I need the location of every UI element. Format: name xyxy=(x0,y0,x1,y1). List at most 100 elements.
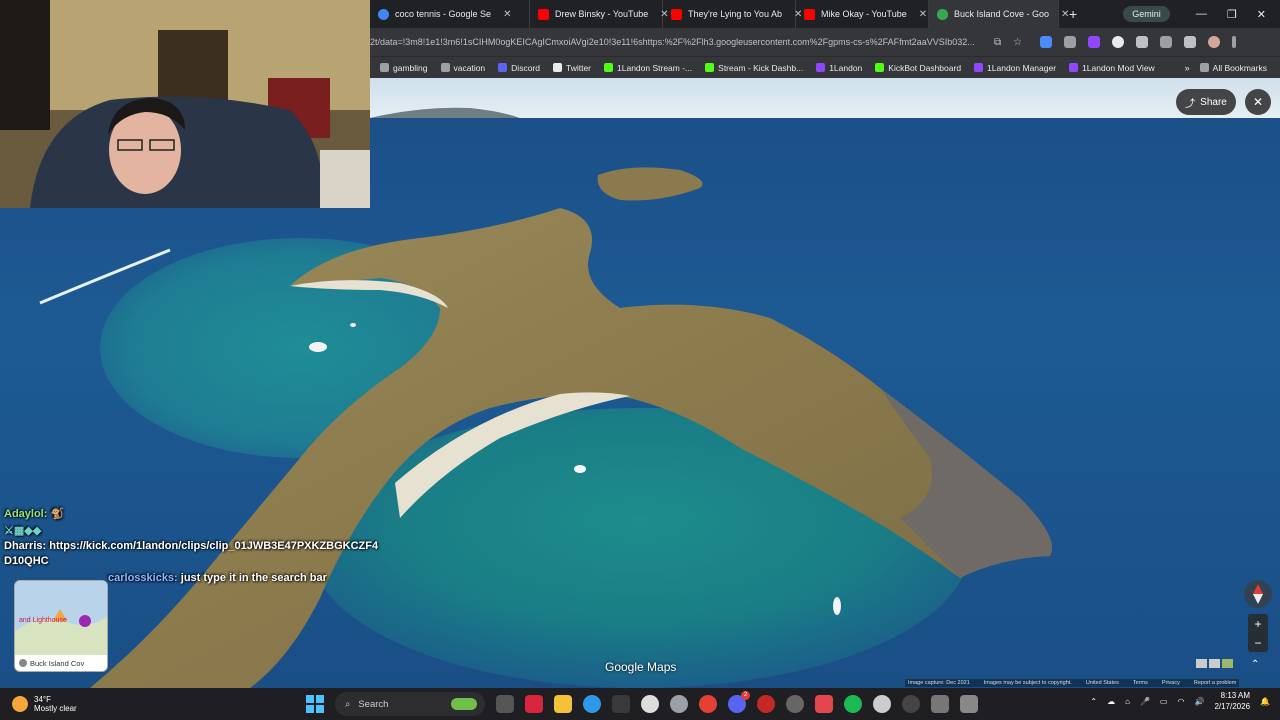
edge-icon[interactable] xyxy=(583,695,601,713)
record-icon[interactable] xyxy=(757,695,775,713)
system-tray: ⌃ ☁ ⌂ 🎤 ▭ ◠ 🔊 8:13 AM 2/17/2026 🔔 xyxy=(1090,690,1270,712)
terms-link[interactable]: Terms xyxy=(1133,680,1148,686)
app-grid-icon[interactable] xyxy=(931,695,949,713)
close-panorama-button[interactable]: ✕ xyxy=(1245,89,1271,115)
extension-icon[interactable] xyxy=(1088,36,1101,48)
install-app-icon[interactable]: ⧉ xyxy=(994,37,1001,48)
extensions-puzzle-icon[interactable] xyxy=(1136,36,1149,48)
sidepanel-icon[interactable] xyxy=(1160,36,1173,48)
thumbnail-icon xyxy=(1196,659,1207,668)
folder-icon xyxy=(440,63,450,72)
bookmark-label: 1Landon Mod View xyxy=(1082,62,1155,73)
tab-label: Mike Okay - YouTube xyxy=(821,9,907,19)
bookmark-1landon-manager[interactable]: 1Landon Manager xyxy=(974,63,1056,73)
volume-icon[interactable]: 🔊 xyxy=(1194,697,1204,706)
network-icon[interactable]: ⌂ xyxy=(1125,697,1130,706)
zoom-in-button[interactable]: + xyxy=(1254,617,1261,631)
app-red-icon[interactable] xyxy=(525,695,543,713)
discord-icon xyxy=(498,63,508,72)
x-icon xyxy=(552,63,562,72)
bookmark-label: 1Landon Stream -... xyxy=(617,62,693,73)
bookmark-1landon[interactable]: 1Landon xyxy=(816,63,862,73)
compass-icon[interactable] xyxy=(1244,580,1272,608)
weather-temp: 34°F xyxy=(34,695,51,704)
youtube-favicon-icon xyxy=(538,8,549,20)
menu-kebab-icon[interactable] xyxy=(1232,36,1237,48)
onedrive-icon[interactable]: ☁ xyxy=(1107,697,1115,706)
settings-gear-icon[interactable] xyxy=(670,695,688,713)
region-link[interactable]: United States xyxy=(1086,680,1119,686)
notifications-icon[interactable]: 🔔 xyxy=(1260,697,1270,706)
bookmark-label: Discord xyxy=(511,62,540,73)
restore-icon[interactable]: ❐ xyxy=(1227,8,1237,21)
extension-icon[interactable] xyxy=(1064,36,1077,48)
streamer-camera-image xyxy=(0,0,370,208)
wifi-icon[interactable]: ◠ xyxy=(1177,697,1184,706)
bookmark-vacation[interactable]: vacation xyxy=(440,63,485,73)
compass-needle-icon xyxy=(1253,584,1263,604)
bookmark-star-icon[interactable]: ☆ xyxy=(1013,37,1022,48)
file-explorer-icon[interactable] xyxy=(554,695,572,713)
zoom-out-button[interactable]: − xyxy=(1254,636,1261,650)
discord-app-icon[interactable]: 2 xyxy=(728,691,750,713)
store-icon[interactable] xyxy=(612,695,630,713)
taskbar-search[interactable]: ⌕ Search xyxy=(335,692,485,716)
app-red-square-icon[interactable] xyxy=(815,695,833,713)
extension-icon[interactable] xyxy=(1112,36,1125,48)
extension-icon[interactable] xyxy=(1040,36,1053,48)
minimap-thumbnail[interactable]: and Lighthouse Buck Island Cov xyxy=(14,580,108,672)
privacy-link[interactable]: Privacy xyxy=(1162,680,1180,686)
bookmark-1landon-stream[interactable]: 1Landon Stream -... xyxy=(604,63,692,73)
close-window-icon[interactable]: ✕ xyxy=(1257,8,1266,21)
app-circle-icon[interactable] xyxy=(786,695,804,713)
display-icon[interactable]: ▭ xyxy=(1160,697,1168,706)
task-view-icon[interactable] xyxy=(496,695,514,713)
folder-icon xyxy=(1199,63,1209,72)
minimize-icon[interactable]: — xyxy=(1196,8,1207,21)
all-bookmarks-button[interactable]: All Bookmarks xyxy=(1199,62,1267,73)
share-button[interactable]: ⤴ Share xyxy=(1176,89,1236,115)
gemini-button[interactable]: Gemini xyxy=(1123,6,1170,22)
bookmark-twitter[interactable]: Twitter xyxy=(552,63,591,73)
url-field[interactable]: 2t/data=!3m8!1e1!3m6!1sCIHM0ogKEICAgICmx… xyxy=(370,37,982,47)
new-tab-button[interactable]: + xyxy=(1059,6,1087,22)
bookmark-kick-dashboard[interactable]: Stream - Kick Dashb... xyxy=(705,63,803,73)
close-tab-icon[interactable]: ✕ xyxy=(919,9,927,20)
profile-avatar-icon[interactable] xyxy=(1208,36,1221,48)
bookmark-gambling[interactable]: gambling xyxy=(380,63,428,73)
expand-chevron-icon[interactable]: ⌃ xyxy=(1251,659,1259,670)
bookmarks-bar: gambling vacation Discord Twitter 1Lando… xyxy=(370,56,1280,78)
tab-mike-okay[interactable]: Mike Okay - YouTube ✕ xyxy=(796,0,929,28)
url-actions: ⧉ ☆ xyxy=(994,37,1022,48)
address-bar-row: 2t/data=!3m8!1e1!3m6!1sCIHM0ogKEICAgICmx… xyxy=(370,28,1280,56)
tray-overflow-icon[interactable]: ⌃ xyxy=(1090,697,1097,706)
tab-theyre-lying[interactable]: They're Lying to You Ab ✕ xyxy=(663,0,802,28)
clock[interactable]: 8:13 AM 2/17/2026 xyxy=(1214,690,1250,712)
arrow-app-icon[interactable] xyxy=(902,695,920,713)
weather-widget[interactable]: 34°F Mostly clear xyxy=(12,695,77,713)
close-tab-icon[interactable]: ✕ xyxy=(503,9,511,20)
report-problem-link[interactable]: Report a problem xyxy=(1194,680,1237,686)
search-highlight-icon xyxy=(451,698,477,710)
bookmark-discord[interactable]: Discord xyxy=(498,63,540,73)
bookmarks-overflow-icon[interactable]: » xyxy=(1185,63,1190,73)
calculator-icon[interactable] xyxy=(960,695,978,713)
bookmark-kickbot[interactable]: KickBot Dashboard xyxy=(875,63,961,73)
share-icon: ⤴ xyxy=(1185,98,1196,110)
bookmark-label: All Bookmarks xyxy=(1212,62,1267,73)
google-favicon-icon xyxy=(378,8,389,20)
taskbar-apps: ⌕ Search 2 xyxy=(306,691,978,716)
spotify-icon[interactable] xyxy=(844,695,862,713)
mic-icon[interactable]: 🎤 xyxy=(1140,697,1150,706)
gear-app-icon[interactable] xyxy=(873,695,891,713)
downloads-icon[interactable] xyxy=(1184,36,1197,48)
tab-drew-binsky[interactable]: Drew Binsky - YouTube ✕ xyxy=(530,0,669,28)
tab-coco-tennis[interactable]: coco tennis - Google Se ✕ xyxy=(370,0,530,28)
obs-icon[interactable] xyxy=(641,695,659,713)
chrome-icon[interactable] xyxy=(699,695,717,713)
bookmark-1landon-mod-view[interactable]: 1Landon Mod View xyxy=(1069,63,1155,73)
windows-start-icon[interactable] xyxy=(306,695,324,713)
photo-strip-toggle[interactable] xyxy=(1196,659,1233,668)
tab-buck-island-cove[interactable]: Buck Island Cove - Goo ✕ xyxy=(929,0,1069,28)
bookmark-label: 1Landon Manager xyxy=(987,62,1057,73)
